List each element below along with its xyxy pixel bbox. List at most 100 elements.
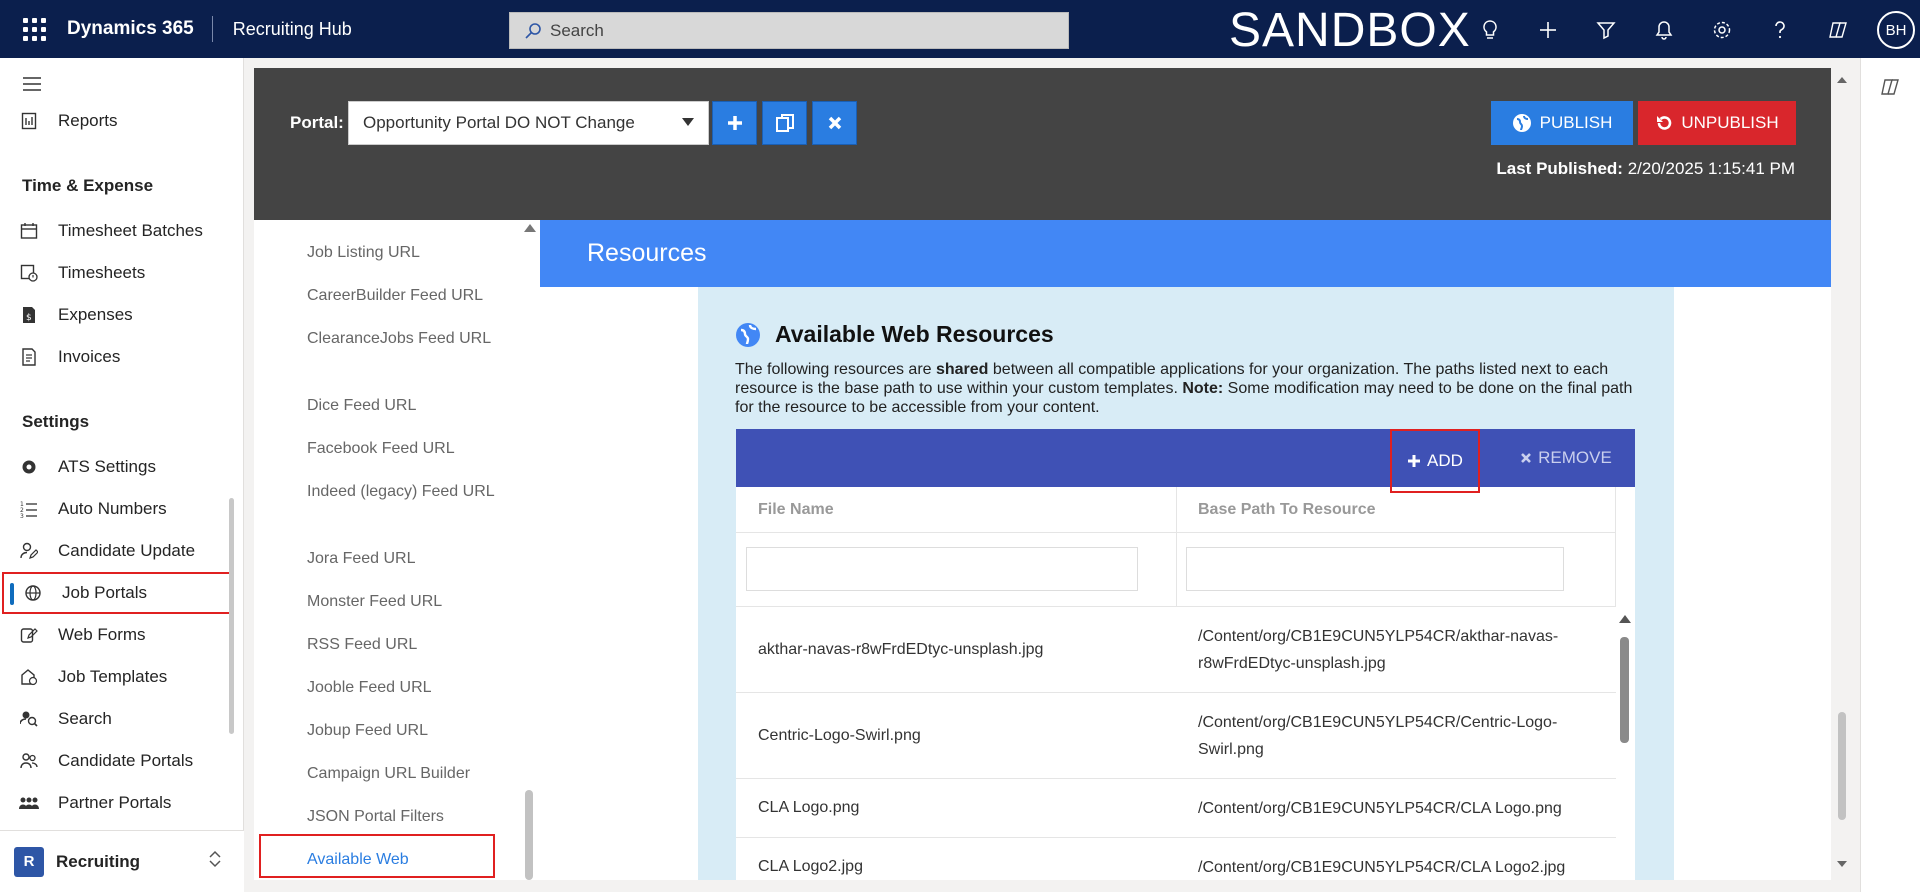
- sidebar-item-job-portals[interactable]: Job Portals: [2, 572, 233, 614]
- column-header-file-name[interactable]: File Name: [758, 487, 834, 533]
- app-name[interactable]: Dynamics 365: [67, 16, 213, 42]
- sidebar-item-label: Timesheet Batches: [58, 221, 203, 240]
- group-icon: [0, 796, 58, 810]
- global-search-input[interactable]: Search: [509, 12, 1069, 49]
- sidebar-item-invoices[interactable]: Invoices: [0, 336, 235, 378]
- bell-icon[interactable]: [1635, 1, 1693, 59]
- base-path-cell: /Content/org/CB1E9CUN5YLP54CR/CLA Logo.p…: [1198, 799, 1562, 817]
- sidebar-item-partner-portals[interactable]: Partner Portals: [0, 782, 235, 824]
- timesheet-batches-icon: [0, 222, 58, 240]
- app-launcher-button[interactable]: [1, 0, 67, 58]
- settings-item[interactable]: Dice Feed URL: [307, 394, 497, 418]
- desc-text: The following resources are: [735, 361, 936, 378]
- settings-item[interactable]: RSS Feed URL: [307, 633, 497, 657]
- template-icon: [0, 668, 58, 686]
- unpublish-button[interactable]: UNPUBLISH: [1638, 101, 1796, 145]
- settings-item[interactable]: Jobup Feed URL: [307, 719, 497, 743]
- table-row[interactable]: akthar-navas-r8wFrdEDtyc-unsplash.jpg /C…: [736, 607, 1616, 693]
- search-placeholder: Search: [550, 20, 604, 40]
- copilot-icon[interactable]: [1879, 76, 1901, 103]
- settings-list-scrollbar[interactable]: [522, 220, 538, 880]
- sidebar-item-label: Job Portals: [62, 583, 148, 602]
- sidebar-item-label: Web Forms: [58, 625, 146, 644]
- caret-down-icon: [682, 118, 694, 126]
- filter-icon[interactable]: [1577, 1, 1635, 59]
- sidebar-item-ats-settings[interactable]: ATS Settings: [0, 446, 235, 488]
- scroll-thumb[interactable]: [1620, 637, 1629, 743]
- settings-item[interactable]: Jooble Feed URL: [307, 676, 497, 700]
- add-resource-button[interactable]: ADD: [1390, 429, 1480, 493]
- settings-item[interactable]: JSON Portal Filters: [307, 805, 497, 829]
- scroll-thumb[interactable]: [1838, 712, 1846, 820]
- globe-icon: [4, 584, 62, 602]
- plus-icon[interactable]: [1519, 1, 1577, 59]
- scroll-down-arrow-icon[interactable]: [1834, 858, 1850, 870]
- app-subtitle[interactable]: Recruiting Hub: [213, 19, 352, 40]
- settings-item[interactable]: Campaign URL Builder: [307, 762, 497, 786]
- settings-item[interactable]: ClearanceJobs Feed URL: [307, 327, 497, 351]
- main-scrollbar[interactable]: [1834, 68, 1850, 876]
- chevron-up-down-icon: [208, 850, 222, 873]
- sidebar-item-label: Invoices: [58, 347, 121, 366]
- sidebar-item-expenses[interactable]: $ Expenses: [0, 294, 235, 336]
- sidebar-item-candidate-portals[interactable]: Candidate Portals: [0, 740, 235, 782]
- add-portal-button[interactable]: [712, 101, 757, 145]
- lightbulb-icon[interactable]: [1461, 1, 1519, 59]
- sidebar-scrollbar[interactable]: [229, 498, 234, 734]
- hamburger-icon[interactable]: [22, 76, 42, 97]
- grid-scrollbar[interactable]: [1618, 607, 1632, 880]
- copilot-icon[interactable]: [1809, 1, 1867, 59]
- base-path-filter-input[interactable]: [1186, 547, 1564, 591]
- settings-item[interactable]: CareerBuilder Feed URL: [307, 284, 497, 308]
- scroll-up-arrow-icon[interactable]: [1834, 74, 1850, 86]
- portal-settings-list: Job Listing URL CareerBuilder Feed URL C…: [254, 220, 540, 880]
- settings-item[interactable]: Job Listing URL: [307, 241, 497, 265]
- desc-bold: shared: [935, 361, 989, 378]
- gear-icon[interactable]: [1693, 1, 1751, 59]
- sidebar-item-reports[interactable]: Reports: [0, 100, 235, 142]
- remove-resource-button[interactable]: REMOVE: [1506, 429, 1626, 487]
- portal-select[interactable]: Opportunity Portal DO NOT Change: [348, 101, 709, 145]
- base-path-cell: /Content/org/CB1E9CUN5YLP54CR/akthar-nav…: [1198, 627, 1559, 672]
- grid-toolbar: ADD REMOVE: [736, 429, 1635, 493]
- table-row[interactable]: CLA Logo.png /Content/org/CB1E9CUN5YLP54…: [736, 779, 1616, 838]
- settings-item[interactable]: Jora Feed URL: [307, 547, 497, 571]
- sidebar-item-search[interactable]: Search: [0, 698, 235, 740]
- form-edit-icon: [0, 626, 58, 644]
- sidebar-item-timesheet-batches[interactable]: Timesheet Batches: [0, 210, 235, 252]
- publish-button[interactable]: PUBLISH: [1491, 101, 1633, 145]
- table-row[interactable]: CLA Logo2.jpg /Content/org/CB1E9CUN5YLP5…: [736, 838, 1616, 880]
- area-name: Recruiting: [56, 851, 141, 871]
- sidebar-item-label: Partner Portals: [58, 793, 172, 812]
- sidebar-item-web-forms[interactable]: Web Forms: [0, 614, 235, 656]
- sidebar-item-timesheets[interactable]: Timesheets: [0, 252, 235, 294]
- base-path-cell: /Content/org/CB1E9CUN5YLP54CR/CLA Logo2.…: [1198, 858, 1566, 876]
- portal-label: Portal:: [290, 113, 344, 132]
- portal-header: Portal: Opportunity Portal DO NOT Change…: [254, 68, 1831, 220]
- search-icon: [525, 22, 541, 39]
- scroll-up-arrow-icon[interactable]: [1619, 615, 1631, 623]
- settings-item[interactable]: Indeed (legacy) Feed URL: [307, 480, 497, 504]
- resources-panel: Resources Available Web Resources The fo…: [540, 220, 1831, 880]
- add-label: ADD: [1427, 451, 1463, 470]
- plus-icon: [727, 116, 742, 130]
- table-row[interactable]: Centric-Logo-Swirl.png /Content/org/CB1E…: [736, 693, 1616, 779]
- scroll-thumb[interactable]: [525, 790, 533, 880]
- sidebar-item-candidate-update[interactable]: Candidate Update: [0, 530, 235, 572]
- sidebar-item-auto-numbers[interactable]: 123 Auto Numbers: [0, 488, 235, 530]
- unpublish-label: UNPUBLISH: [1681, 113, 1779, 132]
- scroll-up-arrow-icon[interactable]: [524, 224, 536, 232]
- area-switcher[interactable]: R Recruiting: [0, 830, 244, 892]
- card-description: The following resources are shared betwe…: [735, 360, 1635, 417]
- settings-item[interactable]: Facebook Feed URL: [307, 437, 497, 461]
- help-icon[interactable]: [1751, 1, 1809, 59]
- delete-portal-button[interactable]: [812, 101, 857, 145]
- column-header-base-path[interactable]: Base Path To Resource: [1198, 487, 1376, 533]
- copy-portal-button[interactable]: [762, 101, 807, 145]
- file-name-filter-input[interactable]: [746, 547, 1138, 591]
- section-heading-time-expense: Time & Expense: [22, 176, 154, 195]
- sidebar-item-job-templates[interactable]: Job Templates: [0, 656, 235, 698]
- file-name-cell: CLA Logo.png: [758, 799, 860, 816]
- settings-item[interactable]: Monster Feed URL: [307, 590, 497, 614]
- user-avatar[interactable]: BH: [1877, 11, 1915, 49]
